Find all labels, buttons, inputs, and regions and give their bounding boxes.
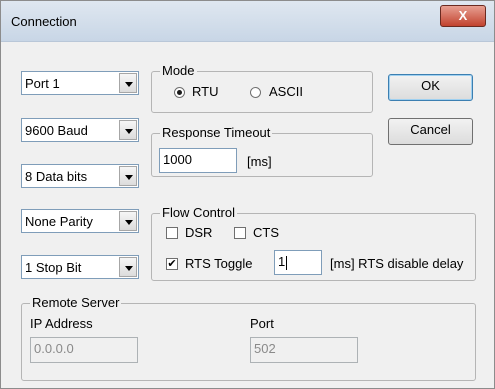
rtu-label: RTU [192, 84, 219, 99]
remote-server-legend: Remote Server [30, 295, 122, 310]
ascii-radio[interactable] [250, 87, 261, 98]
port-select-value: Port 1 [25, 76, 60, 91]
rts-toggle-label: RTS Toggle [185, 256, 253, 271]
stop-bits-select[interactable]: 1 Stop Bit [21, 255, 139, 279]
cancel-button[interactable]: Cancel [388, 118, 473, 145]
cts-label: CTS [253, 225, 279, 240]
stop-bits-select-value: 1 Stop Bit [25, 260, 82, 275]
parity-select-value: None Parity [25, 214, 93, 229]
cts-checkbox[interactable] [234, 227, 246, 239]
close-icon: X [458, 8, 468, 23]
response-timeout-input[interactable]: 1000 [159, 148, 237, 173]
parity-select[interactable]: None Parity [21, 209, 139, 233]
data-bits-select[interactable]: 8 Data bits [21, 164, 139, 188]
rts-delay-unit: [ms] RTS disable delay [330, 256, 464, 271]
rtu-radio[interactable] [174, 87, 185, 98]
flow-control-group: Flow Control DSR CTS ✔ RTS Toggle 1 [ms]… [151, 205, 476, 281]
rts-toggle-checkbox[interactable]: ✔ [166, 258, 178, 270]
port-input[interactable]: 502 [250, 337, 358, 363]
flow-control-legend: Flow Control [160, 205, 237, 220]
chevron-down-icon[interactable] [119, 166, 137, 186]
chevron-down-icon[interactable] [119, 120, 137, 140]
title-bar: Connection X [1, 1, 494, 42]
mode-group: Mode RTU ASCII [151, 63, 373, 113]
ip-address-input[interactable]: 0.0.0.0 [30, 337, 138, 363]
ascii-label: ASCII [269, 84, 303, 99]
ip-address-label: IP Address [30, 316, 93, 331]
response-timeout-group: Response Timeout 1000 [ms] [151, 125, 373, 177]
chevron-down-icon[interactable] [119, 257, 137, 277]
chevron-down-icon[interactable] [119, 73, 137, 93]
chevron-down-icon[interactable] [119, 211, 137, 231]
remote-server-group: Remote Server IP Address 0.0.0.0 Port 50… [21, 295, 476, 381]
text-cursor [286, 255, 288, 270]
baud-select-value: 9600 Baud [25, 123, 88, 138]
connection-dialog: Connection X Port 1 9600 Baud 8 Data bit… [0, 0, 495, 389]
port-select[interactable]: Port 1 [21, 71, 139, 95]
mode-legend: Mode [160, 63, 197, 78]
port-label: Port [250, 316, 274, 331]
response-timeout-legend: Response Timeout [160, 125, 273, 140]
window-title: Connection [11, 14, 77, 29]
dsr-label: DSR [185, 225, 213, 240]
rts-delay-input[interactable]: 1 [274, 250, 322, 275]
response-timeout-unit: [ms] [247, 154, 272, 169]
ok-button[interactable]: OK [388, 74, 473, 101]
dsr-checkbox[interactable] [166, 227, 178, 239]
rts-delay-value: 1 [278, 254, 286, 269]
data-bits-select-value: 8 Data bits [25, 169, 88, 184]
close-button[interactable]: X [440, 5, 486, 27]
baud-select[interactable]: 9600 Baud [21, 118, 139, 142]
